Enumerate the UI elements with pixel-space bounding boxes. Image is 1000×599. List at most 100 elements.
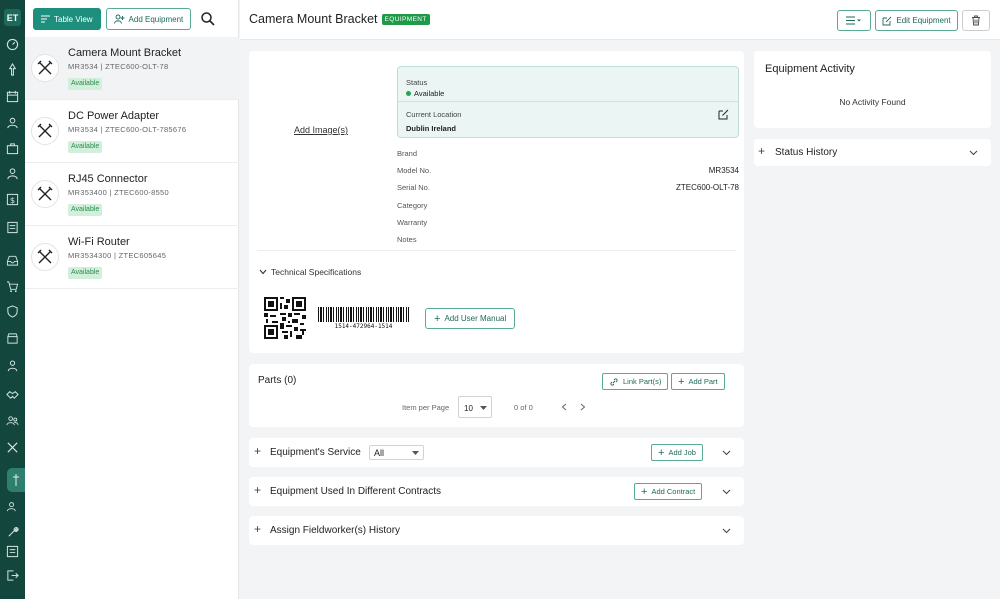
trash-icon	[972, 15, 980, 26]
list-item[interactable]: RJ45 Connector MR353400 | ZTEC600-8550 A…	[25, 163, 239, 226]
inbox-icon[interactable]	[6, 254, 19, 267]
calendar-icon[interactable]	[6, 90, 19, 103]
chevron-down-icon[interactable]	[722, 526, 731, 535]
page-range: 0 of 0	[514, 403, 533, 412]
team-icon[interactable]	[6, 414, 19, 427]
list-item[interactable]: Camera Mount Bracket MR3534 | ZTEC600-OL…	[25, 37, 239, 100]
plus-icon: +	[434, 312, 441, 325]
table-view-button[interactable]: Table View	[33, 8, 101, 30]
service-filter-select[interactable]: All	[369, 445, 424, 460]
field-label: Model No.	[397, 166, 432, 175]
plus-icon: +	[658, 446, 665, 459]
field-serial: Serial No. ZTEC600-OLT-78	[397, 183, 739, 192]
list-item[interactable]: Wi-Fi Router MR3534300 | ZTEC605645 Avai…	[25, 226, 239, 289]
status-badge: Available	[68, 267, 103, 279]
status-badge: Available	[68, 78, 103, 90]
location-value: Dublin Ireland	[406, 124, 457, 133]
list-item[interactable]: DC Power Adapter MR3534 | ZTEC600-OLT-78…	[25, 100, 239, 163]
dashboard-icon[interactable]	[6, 38, 19, 51]
svg-text:$: $	[10, 195, 15, 205]
menu-dropdown-button[interactable]	[837, 10, 871, 31]
contacts-icon[interactable]	[6, 116, 19, 129]
chevron-right-icon[interactable]	[580, 403, 586, 411]
fieldworker-section[interactable]: + Assign Fieldworker(s) History	[249, 516, 744, 545]
report-icon[interactable]	[6, 545, 19, 558]
tools-icon	[31, 243, 59, 271]
nav-rail: ET $	[0, 0, 25, 599]
contracts-title: Equipment Used In Different Contracts	[270, 486, 442, 497]
per-page-select[interactable]: 10	[458, 396, 492, 418]
detail-header: Camera Mount Bracket EQUIPMENT Edit Equi…	[240, 0, 1000, 40]
handshake-icon[interactable]	[6, 388, 19, 401]
add-equipment-button[interactable]: Add Equipment	[105, 8, 192, 30]
chevron-down-icon[interactable]	[722, 448, 731, 457]
item-codes: MR3534 | ZTEC600-OLT-78	[68, 62, 169, 71]
chevron-left-icon[interactable]	[561, 403, 567, 411]
app-logo[interactable]: ET	[4, 9, 21, 26]
document-icon[interactable]	[6, 221, 19, 234]
activity-title: Equipment Activity	[765, 63, 855, 75]
qr-code	[264, 297, 306, 339]
add-user-manual-button[interactable]: + Add User Manual	[425, 308, 516, 329]
link-icon	[610, 377, 618, 386]
tools-icon	[31, 54, 59, 82]
dollar-icon[interactable]: $	[6, 193, 19, 206]
equipment-nav-active[interactable]	[7, 468, 25, 492]
add-contract-label: Add Contract	[651, 487, 696, 496]
logout-icon[interactable]	[6, 569, 19, 582]
divider	[398, 101, 738, 102]
field-label: Category	[397, 201, 428, 210]
cart-icon[interactable]	[6, 280, 19, 293]
per-page-value: 10	[464, 404, 473, 413]
item-codes: MR3534300 | ZTEC605645	[68, 251, 167, 260]
edit-equipment-button[interactable]: Edit Equipment	[875, 10, 958, 31]
edit-equipment-label: Edit Equipment	[896, 16, 951, 25]
user-icon[interactable]	[6, 167, 19, 180]
list-toolbar: Table View Add Equipment	[33, 8, 216, 30]
user-settings-icon[interactable]	[6, 500, 19, 513]
store-icon[interactable]	[6, 332, 19, 345]
search-icon[interactable]	[200, 11, 216, 27]
tools-icon	[31, 180, 59, 208]
edit-icon	[882, 16, 892, 25]
delete-button[interactable]	[962, 10, 990, 31]
contracts-section[interactable]: + Equipment Used In Different Contracts …	[249, 477, 744, 506]
activity-empty: No Activity Found	[839, 97, 906, 107]
status-badge: Available	[68, 204, 103, 216]
page-title: Camera Mount Bracket EQUIPMENT	[249, 12, 430, 26]
pin-icon[interactable]	[6, 62, 19, 76]
chevron-down-icon[interactable]	[722, 487, 731, 496]
item-name: Wi-Fi Router	[68, 236, 130, 248]
edit-location-icon[interactable]	[718, 109, 729, 120]
item-codes: MR3534 | ZTEC600-OLT-785676	[68, 125, 187, 134]
add-job-label: Add Job	[668, 448, 696, 457]
add-job-button[interactable]: + Add Job	[651, 444, 703, 461]
plus-icon: +	[641, 485, 648, 498]
expand-plus-icon[interactable]: +	[254, 444, 261, 458]
status-history-section[interactable]: + Status History	[754, 139, 991, 166]
item-name: Camera Mount Bracket	[68, 47, 182, 59]
add-contract-button[interactable]: + Add Contract	[634, 483, 703, 500]
add-images-link[interactable]: Add Image(s)	[294, 125, 348, 135]
service-section[interactable]: + Equipment's Service All + Add Job	[249, 438, 744, 467]
chevron-down-icon[interactable]	[969, 148, 978, 157]
list-icon	[41, 15, 50, 23]
service-title: Equipment's Service	[270, 447, 361, 458]
status-badge: Available	[68, 141, 103, 153]
person-icon[interactable]	[6, 359, 19, 372]
item-name: DC Power Adapter	[68, 110, 160, 122]
parts-card: Parts (0) Link Part(s) + Add Part Item p…	[249, 364, 744, 427]
expand-plus-icon[interactable]: +	[758, 144, 765, 158]
briefcase-icon[interactable]	[6, 142, 19, 155]
expand-plus-icon[interactable]: +	[254, 483, 261, 497]
wrench-icon[interactable]	[6, 526, 19, 539]
tools-icon[interactable]	[6, 441, 19, 454]
expand-plus-icon[interactable]: +	[254, 522, 261, 536]
item-codes: MR353400 | ZTEC600-8550	[68, 188, 169, 197]
add-part-button[interactable]: + Add Part	[671, 373, 725, 390]
shield-icon[interactable]	[6, 305, 19, 318]
field-brand: Brand	[397, 149, 739, 158]
field-label: Serial No.	[397, 183, 430, 192]
link-parts-button[interactable]: Link Part(s)	[602, 373, 669, 390]
tech-spec-toggle[interactable]: Technical Specifications	[259, 267, 361, 277]
